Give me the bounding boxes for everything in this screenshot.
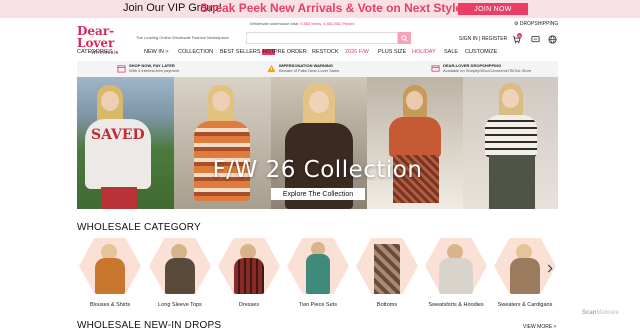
chat-icon: [530, 35, 540, 42]
warehouse-stats: Wholesale warehouse total: 5,583 Items, …: [250, 21, 355, 26]
category-label: Blouses & Shirts: [89, 302, 131, 308]
view-more-link[interactable]: VIEW MORE >: [523, 324, 556, 330]
nav-new-in-label: NEW IN: [144, 49, 164, 55]
chevron-right-icon: >: [165, 49, 169, 55]
category-label: Two Piece Sets: [299, 302, 337, 308]
dropship-icon: ⚙: [514, 21, 519, 27]
chevron-down-icon: ⌄: [114, 49, 119, 55]
shorts: [101, 187, 137, 209]
category-image: [79, 238, 141, 294]
stats-prefix: Wholesale warehouse total:: [250, 21, 300, 26]
category-image: [218, 238, 280, 294]
nav-best-sellers-label: BEST SELLERS: [220, 49, 261, 55]
warning-icon: [267, 64, 276, 73]
watermark-brand: Scan: [582, 310, 597, 316]
category-label: Dresses: [238, 302, 260, 308]
category-long-sleeve[interactable]: Long Sleeve Tops: [147, 238, 213, 308]
model-face: [502, 89, 519, 108]
cart-count-badge: 0: [517, 33, 522, 38]
category-label: Long Sleeve Tops: [158, 302, 202, 308]
category-carousel: Blouses & Shirts Long Sleeve Tops Dresse…: [77, 238, 558, 318]
nav-pre-order[interactable]: PRE ORDER: [274, 49, 307, 55]
model-face: [212, 91, 230, 111]
nav-restock[interactable]: RESTOCK: [312, 49, 339, 55]
nav-new-in[interactable]: NEW IN >: [144, 49, 169, 55]
nav-fw[interactable]: 2026 F/W: [345, 49, 369, 55]
category-label: Bottoms: [376, 302, 398, 308]
watermark-rest: Malware: [596, 310, 620, 316]
info-pay-later-sub: With 4 interest-free payment: [129, 68, 180, 73]
category-sweatshirts[interactable]: Sweatshirts & Hoodies: [423, 238, 489, 308]
banner-photo-4: [367, 77, 463, 209]
nav-customize[interactable]: CUSTOMIZE: [465, 49, 497, 55]
search-input[interactable]: [246, 32, 398, 44]
signin-register-link[interactable]: SIGN IN | REGISTER: [459, 36, 507, 42]
model-face: [101, 91, 119, 111]
model-face: [309, 91, 329, 113]
globe-icon: [547, 34, 557, 44]
category-two-piece[interactable]: Two Piece Sets: [285, 238, 351, 308]
calendar-icon: [117, 65, 126, 73]
category-image: [356, 238, 418, 294]
section-title-category: WHOLESALE CATEGORY: [77, 222, 201, 233]
watermark: ScanMalware: [582, 310, 619, 316]
dropshipping-label: DROPSHIPPING: [519, 21, 559, 27]
nav-collection[interactable]: COLLECTION: [178, 49, 213, 55]
language-button[interactable]: [547, 34, 557, 44]
chat-button[interactable]: [530, 34, 540, 44]
category-blouses[interactable]: Blouses & Shirts: [77, 238, 143, 308]
nav-plus-size[interactable]: PLUS SIZE: [378, 49, 406, 55]
nav-categories-label: CATEGORIES: [77, 49, 113, 55]
explore-collection-button[interactable]: Explore The Collection: [271, 188, 365, 200]
nav-sale[interactable]: SALE: [444, 49, 458, 55]
main-nav: CATEGORIES ⌄ NEW IN > COLLECTION BEST SE…: [0, 48, 640, 60]
info-impersonation-sub: Beware of Fake Dear-Lover Sales: [279, 68, 340, 73]
category-label: Sweaters & Cardigans: [497, 302, 553, 308]
banner-photo-5: [463, 77, 558, 209]
category-image: [425, 238, 487, 294]
stats-items: 5,583 Items: [300, 21, 322, 26]
cart-button[interactable]: 0: [511, 33, 522, 44]
nav-categories[interactable]: CATEGORIES ⌄: [77, 49, 119, 55]
promo-bar: Join Our VIP Group! Sneak Peek New Arriv…: [0, 0, 640, 18]
info-dropshipping-sub: Available on Shopify/WooCommerce/TikTok …: [443, 68, 532, 73]
tagline: The Leading Online Wholesale Fashion Mar…: [136, 35, 229, 40]
category-label: Sweatshirts & Hoodies: [428, 302, 484, 308]
banner-photo-1: SAVED: [77, 77, 174, 209]
dropshipping-link[interactable]: ⚙ DROPSHIPPING: [514, 21, 558, 27]
rust-top: [389, 117, 441, 157]
info-dropshipping[interactable]: DEAR-LOVER DROPSHIPPING Available on Sho…: [431, 63, 531, 73]
info-impersonation[interactable]: IMPERSONATION WARNING Beware of Fake Dea…: [267, 63, 339, 73]
info-bar: SHOP NOW, PAY LATER With 4 interest-free…: [77, 61, 558, 77]
nav-best-sellers[interactable]: BEST SELLERS HOT: [220, 49, 276, 55]
hero-banner[interactable]: SAVED F/W 26 Collection Explore The Coll…: [77, 77, 558, 209]
nav-holiday[interactable]: HOLIDAY: [412, 49, 436, 55]
info-pay-later[interactable]: SHOP NOW, PAY LATER With 4 interest-free…: [117, 63, 179, 73]
sweatshirt-text: SAVED: [91, 127, 145, 143]
banner-photo-2: [174, 77, 271, 209]
promo-headline[interactable]: Sneak Peek New Arrivals & Vote on Next S…: [200, 1, 469, 15]
banner-title: F/W 26 Collection: [212, 157, 423, 183]
striped-top: [485, 115, 537, 157]
join-now-button[interactable]: JOIN NOW: [458, 3, 528, 15]
category-bottoms[interactable]: Bottoms: [354, 238, 420, 308]
chevron-right-icon: [547, 264, 553, 272]
category-image: [149, 238, 211, 294]
store-icon: [431, 65, 440, 72]
section-title-new-in: WHOLESALE NEW-IN DROPS: [77, 320, 222, 331]
stats-pieces: 4,582,562 Pieces: [323, 21, 355, 26]
logo-text: Dear-Lover: [77, 24, 115, 50]
search-button[interactable]: [398, 32, 411, 44]
category-image: [287, 238, 349, 294]
category-dresses[interactable]: Dresses: [216, 238, 282, 308]
model-face: [406, 91, 423, 110]
carousel-next-button[interactable]: [545, 262, 555, 274]
search-icon: [401, 34, 408, 42]
